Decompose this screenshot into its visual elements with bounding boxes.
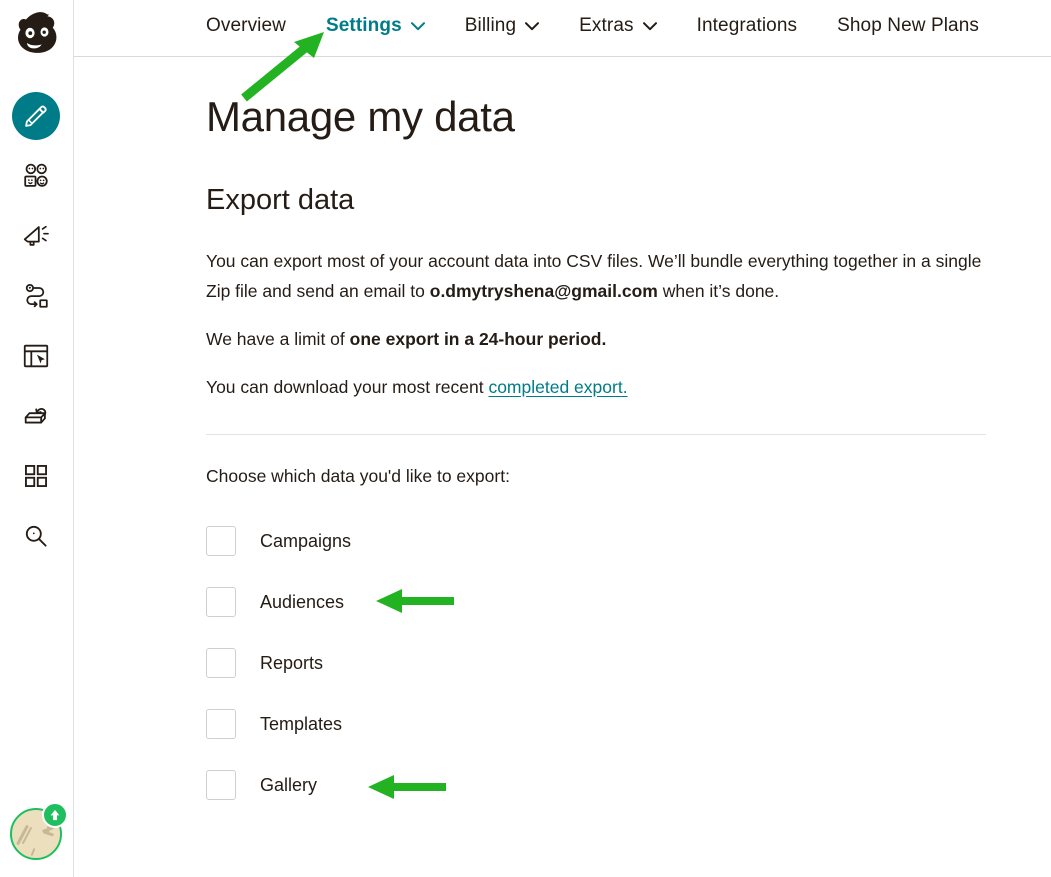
export-limit-paragraph: We have a limit of one export in a 24-ho… [206,306,994,354]
sidebar-item-website[interactable] [12,332,60,380]
tab-extras-label: Extras [579,15,634,36]
chevron-down-icon [410,21,425,31]
megaphone-icon [23,225,49,246]
recent-export-paragraph: You can download your most recent comple… [206,354,994,402]
checkbox-templates[interactable] [206,709,236,740]
page-content: Manage my data Export data You can expor… [206,57,1006,816]
checkbox-label-templates[interactable]: Templates [260,714,342,735]
sidebar-item-audience[interactable] [12,152,60,200]
section-title-export-data: Export data [206,184,355,217]
upgrade-arrow-icon [50,809,60,821]
tab-settings-label: Settings [325,15,402,36]
tab-shop-new-plans-label: Shop New Plans [837,15,979,36]
export-data-checkbox-list: Campaigns Audiences Reports Templates Ga [206,489,1006,816]
tab-overview[interactable]: Overview [206,15,286,37]
account-avatar[interactable] [10,802,68,862]
checkbox-label-gallery[interactable]: Gallery [260,775,317,796]
choose-data-label: Choose which data you'd like to export: [206,465,510,486]
checkbox-reports[interactable] [206,648,236,679]
checkbox-campaigns[interactable] [206,526,236,557]
limit-text: We have a limit of [206,328,350,349]
checkbox-label-campaigns[interactable]: Campaigns [260,531,351,552]
main-content-area: Overview Settings Billing Extras Integra… [74,0,1051,877]
sidebar-item-automations[interactable] [12,272,60,320]
nav-tab-list: Overview Settings Billing Extras Integra… [206,15,979,37]
page-title: Manage my data [206,93,515,140]
tab-billing[interactable]: Billing [464,15,540,37]
checkbox-label-reports[interactable]: Reports [260,653,323,674]
tab-integrations[interactable]: Integrations [697,15,798,37]
mailchimp-freddie-logo[interactable] [8,8,64,66]
checkbox-row-campaigns[interactable]: Campaigns [206,511,1006,572]
checkbox-gallery[interactable] [206,770,236,801]
tab-overview-label: Overview [206,15,286,36]
search-icon [25,525,47,547]
limit-emphasis: one export in a 24-hour period. [349,328,607,349]
intro-text-part-2: when it’s done. [657,280,780,301]
sidebar-item-search[interactable] [12,512,60,560]
sidebar-item-content[interactable] [12,392,60,440]
export-intro-paragraph: You can export most of your account data… [206,218,994,306]
tab-extras[interactable]: Extras [579,15,657,37]
checkbox-row-audiences[interactable]: Audiences [206,572,1006,633]
tab-shop-new-plans[interactable]: Shop New Plans [837,15,979,37]
checkbox-row-reports[interactable]: Reports [206,633,1006,694]
checkbox-audiences[interactable] [206,587,236,618]
audience-icon [24,163,48,187]
chevron-down-icon [525,21,540,31]
apps-grid-icon [25,465,47,487]
automation-journey-icon [25,283,48,308]
checkbox-label-audiences[interactable]: Audiences [260,592,344,613]
chevron-down-icon [642,21,657,31]
checkbox-row-gallery[interactable]: Gallery [206,755,1006,816]
sidebar-item-campaigns[interactable] [12,212,60,260]
completed-export-link[interactable]: completed export. [488,377,627,397]
pencil-icon [25,105,47,127]
download-text: You can download your most recent [206,376,489,397]
website-landing-page-icon [23,344,49,368]
app-root: Overview Settings Billing Extras Integra… [0,0,1051,877]
checkbox-row-templates[interactable]: Templates [206,694,1006,755]
tab-integrations-label: Integrations [696,15,798,36]
account-nav-bar: Overview Settings Billing Extras Integra… [74,0,1051,57]
create-button[interactable] [12,92,60,140]
content-studio-icon [24,408,47,424]
upgrade-badge[interactable] [42,802,68,828]
left-nav-rail [0,0,74,877]
sidebar-item-integrations[interactable] [12,452,60,500]
account-email: o.dmytryshena@gmail.com [429,280,658,301]
tab-settings[interactable]: Settings [326,15,425,37]
tab-billing-label: Billing [464,15,517,36]
